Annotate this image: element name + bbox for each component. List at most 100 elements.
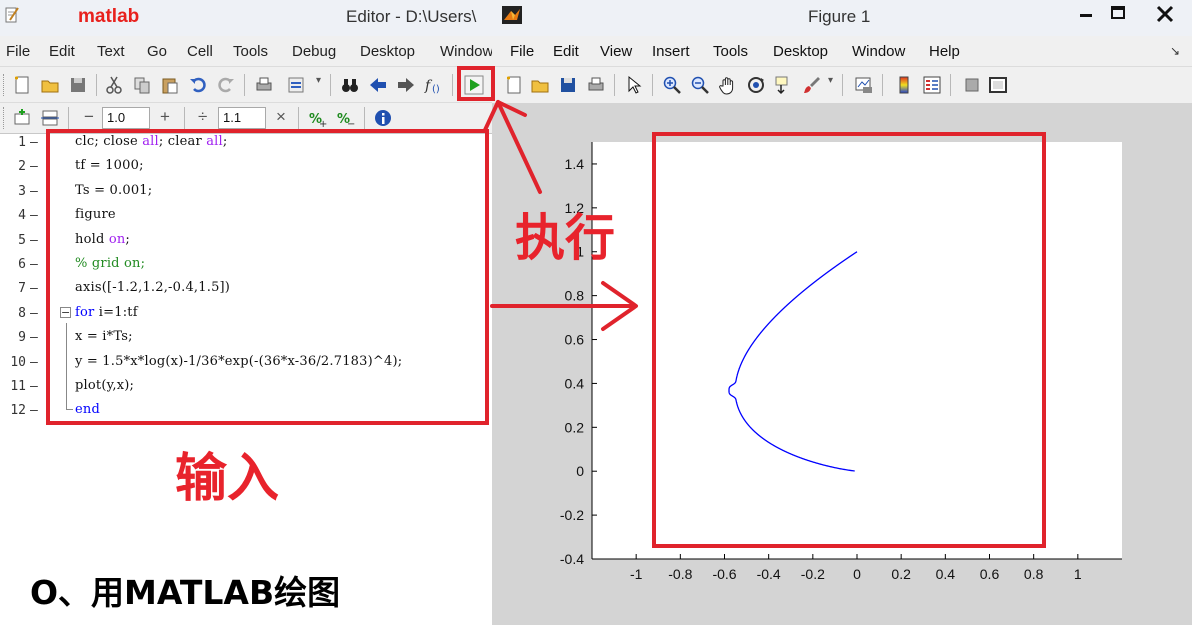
menu-window[interactable]: Window [440,43,492,60]
editor-title: Editor - D:\Users\ [346,7,477,26]
y-tick-label: 0.2 [565,419,585,435]
menu-debug[interactable]: Debug [292,43,336,60]
scale-value-input[interactable] [218,107,266,129]
new-file-icon[interactable] [12,75,32,95]
decrement-button[interactable]: − [84,107,94,127]
chevron-down-icon[interactable]: ▾ [316,75,321,86]
document-edit-icon [5,7,19,23]
line-number: 4 [18,208,26,224]
line-number: 11 [10,379,26,394]
info-icon[interactable] [374,108,394,128]
menu-text[interactable]: Text [97,43,125,60]
x-tick-label: 0.8 [1024,566,1044,582]
line-number: 9 [18,330,26,346]
breakpoint-marker[interactable]: – [30,379,38,394]
line-number: 10 [10,354,26,370]
toolbar-separator [298,107,299,129]
run-button-highlight [457,66,495,101]
increment-button[interactable]: + [160,107,170,127]
x-tick-label: -0.2 [801,566,825,582]
undo-icon[interactable] [188,75,208,95]
multiply-button[interactable]: × [276,107,286,127]
input-label: 输入 [175,449,280,509]
y-tick-label: 0.8 [565,288,585,304]
uncomment-percent-icon[interactable]: % − [336,108,356,128]
breakpoint-marker[interactable]: – [30,330,38,345]
x-tick-label: -0.8 [668,566,692,582]
x-tick-label: 0.4 [936,566,956,582]
breakpoint-marker[interactable]: – [30,184,38,199]
y-tick-label: 0.4 [565,375,585,391]
x-tick-label: 0.2 [891,566,911,582]
menu-go[interactable]: Go [147,43,167,60]
breakpoint-marker[interactable]: – [30,403,38,418]
breakpoint-marker[interactable]: – [30,355,38,370]
editor-menu-bar: File Edit Text Go Cell Tools Debug Deskt… [0,36,492,66]
y-tick-label: 1.4 [565,156,585,172]
y-tick-label: 0 [576,463,584,479]
breakpoint-marker[interactable]: – [30,208,38,223]
toolbar-separator [330,74,331,96]
forward-arrow-icon[interactable] [396,75,416,95]
line-number: 5 [18,232,26,248]
editor-title-bar: matlab Editor - D:\Users\ [0,0,492,36]
breakpoint-marker[interactable]: – [30,281,38,296]
x-tick-label: -0.6 [712,566,736,582]
y-tick-label: 0.6 [565,332,585,348]
breakpoint-marker[interactable]: – [30,159,38,174]
line-number: 1 [18,135,26,150]
line-number: 8 [18,305,26,321]
page-setup-icon[interactable] [286,75,306,95]
x-tick-label: -0.4 [757,566,781,582]
toolbar-grip [3,107,7,129]
menu-edit[interactable]: Edit [49,43,75,60]
line-number: 3 [18,183,26,199]
toolbar-separator [364,107,365,129]
line-number: 6 [18,257,26,272]
breakpoint-marker[interactable]: – [30,233,38,248]
paste-icon[interactable] [160,75,180,95]
plot-highlight-box [652,132,1046,548]
x-tick-label: 0 [853,566,861,582]
divide-button[interactable]: ÷ [198,107,207,127]
print-icon[interactable] [254,75,274,95]
execute-label: 执行 [515,209,615,267]
svg-text:+: + [319,119,327,128]
toolbar-grip [3,74,7,96]
toolbar-separator [96,74,97,96]
function-fx-icon[interactable]: f() [424,75,444,95]
toolbar-separator [452,74,453,96]
svg-text:(): () [432,84,440,95]
menu-file[interactable]: File [6,43,30,60]
menu-cell[interactable]: Cell [187,43,213,60]
editor-toolbar: ▾ f() [0,66,492,103]
breakpoint-marker[interactable]: – [30,257,38,272]
toolbar-separator [184,107,185,129]
menu-tools[interactable]: Tools [233,43,268,60]
increment-value-input[interactable] [102,107,150,129]
insert-cell-icon[interactable] [12,108,32,128]
brand-label: matlab [78,6,140,27]
svg-text:−: − [347,119,355,128]
toolbar-separator [68,107,69,129]
cell-divider-icon[interactable] [40,108,60,128]
x-tick-label: -1 [630,566,643,582]
comment-percent-icon[interactable]: % + [308,108,328,128]
breakpoint-marker[interactable]: – [30,306,38,321]
code-highlight-box [46,129,489,425]
back-arrow-icon[interactable] [368,75,388,95]
find-binoculars-icon[interactable] [340,75,360,95]
cut-icon[interactable] [104,75,124,95]
y-tick-label: -0.2 [560,507,584,523]
line-number: 2 [18,159,26,175]
breakpoint-marker[interactable]: – [30,135,38,150]
copy-icon[interactable] [132,75,152,95]
x-tick-label: 1 [1074,566,1082,582]
toolbar-separator [244,74,245,96]
menu-desktop[interactable]: Desktop [360,43,415,60]
save-icon[interactable] [68,75,88,95]
redo-icon[interactable] [216,75,236,95]
y-tick-label: -0.4 [560,551,584,567]
caption-title: O、用MATLAB绘图 [30,573,341,612]
open-folder-icon[interactable] [40,75,60,95]
